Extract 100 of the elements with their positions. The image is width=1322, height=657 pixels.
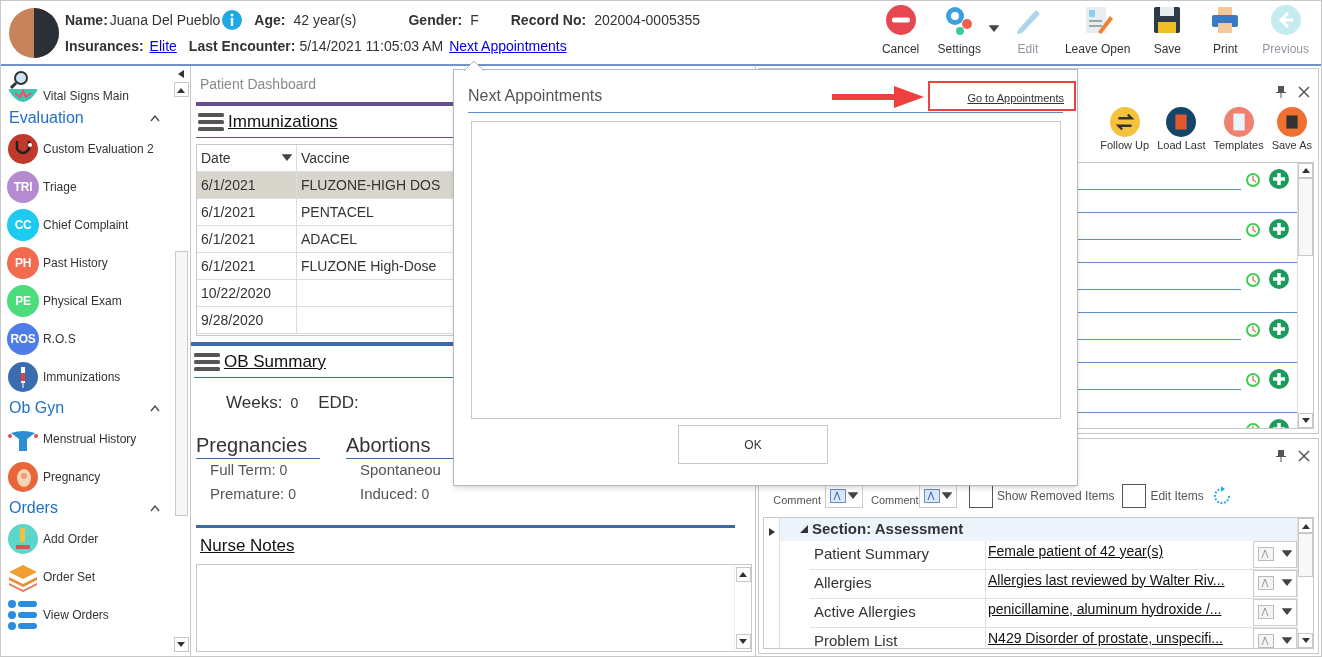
scrollbar-thumb[interactable] <box>1298 533 1313 577</box>
go-to-appointments-link[interactable]: Go to Appointments <box>967 89 1064 106</box>
text-format-icon <box>1258 547 1274 561</box>
sidebar-item[interactable]: Custom Evaluation 2 <box>43 140 154 158</box>
format-dropdown[interactable] <box>1253 627 1297 648</box>
avatar <box>9 7 59 58</box>
next-appointments-link[interactable]: Next Appointments <box>449 32 567 59</box>
row-pointer-icon[interactable] <box>768 528 775 536</box>
field-label: Patient Summary <box>810 540 986 569</box>
stat-label: Premature: <box>210 484 285 505</box>
group-title: Pregnancies <box>196 431 320 459</box>
sidebar-item[interactable]: View Orders <box>43 606 109 624</box>
scrollbar-thumb[interactable] <box>1298 177 1313 256</box>
refresh-icon[interactable] <box>1211 486 1232 506</box>
scroll-down-arrow-icon[interactable] <box>177 641 185 648</box>
toolbar-button[interactable]: Cancel <box>871 4 930 58</box>
panel-button[interactable]: Templates <box>1211 107 1266 154</box>
field-value-link[interactable]: Female patient of 42 year(s) <box>986 540 1249 569</box>
checkbox[interactable] <box>1122 484 1147 508</box>
insurance-link[interactable]: Elite <box>149 32 177 59</box>
scroll-up-arrow-icon[interactable] <box>177 86 185 93</box>
pin-icon[interactable] <box>1276 86 1286 98</box>
collapse-arrow-icon[interactable] <box>177 70 185 78</box>
sidebar-item[interactable]: Physical Exam <box>43 292 122 310</box>
section-header[interactable]: Ob Gyn <box>9 396 65 420</box>
badge-icon: CC <box>7 209 39 241</box>
no-entry-icon <box>884 4 917 36</box>
scroll-down-arrow-icon[interactable] <box>1301 637 1310 644</box>
table-cell: 9/28/2020 <box>197 307 297 333</box>
sort-caret-icon[interactable] <box>282 154 292 162</box>
panel-button[interactable]: Save As <box>1269 107 1314 154</box>
scroll-up-arrow-icon[interactable] <box>1301 522 1310 529</box>
add-icon[interactable] <box>1269 318 1289 339</box>
widget-title[interactable]: Nurse Notes <box>200 532 295 559</box>
badge-icon: PH <box>7 247 39 279</box>
dropdown-caret-icon[interactable] <box>1282 608 1292 616</box>
dropdown-caret-icon[interactable] <box>988 25 999 33</box>
table-cell-text: ADACEL <box>300 229 359 249</box>
toolbar-button[interactable]: Leave Open <box>1056 4 1139 58</box>
weeks-label: Weeks: <box>226 392 283 414</box>
expander-triangle-icon[interactable] <box>800 525 808 534</box>
widget-title[interactable]: OB Summary <box>224 348 327 375</box>
sidebar-item[interactable]: Triage <box>43 178 77 196</box>
section-title: Section: Assessment <box>812 519 964 539</box>
ok-button[interactable]: OK <box>678 425 828 464</box>
menu-icon[interactable] <box>198 111 224 132</box>
scrollbar-thumb[interactable] <box>174 251 188 516</box>
sidebar-item[interactable]: Menstrual History <box>43 430 137 448</box>
swap-arrows-icon <box>1109 107 1140 137</box>
collapse-caret-icon[interactable] <box>150 404 160 412</box>
section-header[interactable]: Evaluation <box>9 106 84 130</box>
add-icon[interactable] <box>1269 218 1289 239</box>
search-icon[interactable] <box>9 70 29 90</box>
format-dropdown[interactable] <box>1253 598 1297 626</box>
notes-field[interactable] <box>196 563 752 652</box>
toolbar-button[interactable]: Settings <box>929 4 989 58</box>
collapse-caret-icon[interactable] <box>150 114 160 122</box>
info-icon[interactable] <box>222 9 243 30</box>
add-icon[interactable] <box>1269 268 1289 289</box>
sidebar-item[interactable]: R.O.S <box>43 330 76 348</box>
sidebar-item[interactable]: Immunizations <box>43 368 121 386</box>
field-value-link[interactable]: penicillamine, aluminum hydroxide /... <box>986 598 1249 627</box>
dropdown-caret-icon[interactable] <box>848 492 858 500</box>
dropdown-caret-icon[interactable] <box>1282 637 1292 645</box>
close-icon[interactable] <box>1298 86 1310 98</box>
toolbar-button[interactable]: Save <box>1138 4 1197 58</box>
column-header[interactable]: Date <box>197 145 297 171</box>
panel-button[interactable]: Load Last <box>1155 107 1208 154</box>
section-header[interactable]: Orders <box>9 496 58 520</box>
dropdown-caret-icon[interactable] <box>1282 550 1292 558</box>
toolbar-button[interactable]: Print <box>1196 4 1255 58</box>
checkbox[interactable] <box>969 484 993 508</box>
scroll-up-arrow-icon[interactable] <box>1301 167 1310 173</box>
scroll-up-arrow-icon[interactable] <box>739 571 747 577</box>
sidebar-item[interactable]: Add Order <box>43 530 99 548</box>
sidebar-item[interactable]: Order Set <box>43 568 96 586</box>
collapse-caret-icon[interactable] <box>150 504 160 512</box>
field-value-link[interactable]: Allergies last reviewed by Walter Riv... <box>986 569 1249 598</box>
sidebar-item[interactable]: Pregnancy <box>43 468 101 486</box>
format-dropdown[interactable] <box>1253 569 1297 597</box>
dropdown-caret-icon[interactable] <box>1282 579 1292 587</box>
pin-icon[interactable] <box>1276 450 1286 462</box>
sidebar-item[interactable]: Vital Signs Main <box>43 87 129 105</box>
sidebar-item[interactable]: Chief Complaint <box>43 216 129 234</box>
field-value-link[interactable]: N429 Disorder of prostate, unspecifi... <box>986 627 1249 648</box>
scroll-down-arrow-icon[interactable] <box>739 638 747 645</box>
sidebar-item[interactable]: Past History <box>43 254 108 272</box>
format-dropdown[interactable] <box>1253 540 1297 568</box>
badge-icon: TRI <box>7 171 39 203</box>
age-value: 42 year(s) <box>293 10 357 30</box>
widget-title[interactable]: Immunizations <box>228 108 338 135</box>
dropdown-caret-icon[interactable] <box>942 492 952 500</box>
panel-button[interactable]: Follow Up <box>1098 107 1152 154</box>
section-row[interactable]: Section: Assessment <box>780 518 1297 541</box>
menu-icon[interactable] <box>194 351 220 372</box>
add-icon[interactable] <box>1269 368 1289 389</box>
add-icon[interactable] <box>1269 168 1289 189</box>
scroll-down-arrow-icon[interactable] <box>1301 417 1310 424</box>
popup-title: Next Appointments <box>468 86 603 106</box>
close-icon[interactable] <box>1298 450 1310 462</box>
